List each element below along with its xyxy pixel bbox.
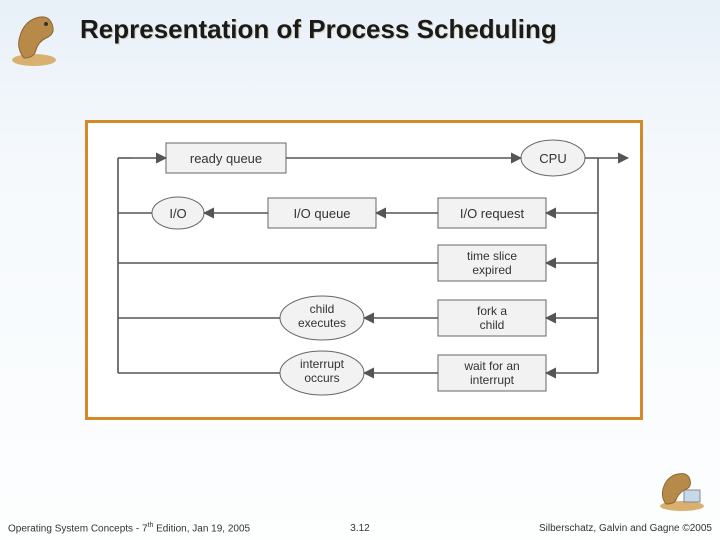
process-scheduling-diagram: ready queue CPU I/O I/O queue I/O reques… — [88, 123, 640, 417]
footer-left-suffix: Edition, Jan 19, 2005 — [153, 523, 250, 534]
ready-queue-label: ready queue — [190, 151, 262, 166]
slide-footer: Operating System Concepts - 7th Edition,… — [0, 516, 720, 534]
footer-copyright-symbol: © — [682, 523, 689, 534]
footer-right-prefix: Silberschatz, Galvin and Gagne — [539, 523, 682, 534]
diagram-frame: ready queue CPU I/O I/O queue I/O reques… — [85, 120, 643, 420]
wait-interrupt-label-2: interrupt — [470, 373, 515, 387]
cpu-label: CPU — [539, 151, 566, 166]
io-label: I/O — [169, 206, 186, 221]
footer-left-prefix: Operating System Concepts - 7 — [8, 523, 148, 534]
child-executes-label-1: child — [310, 302, 335, 316]
io-request-label: I/O request — [460, 206, 525, 221]
footer-page-number: 3.12 — [350, 523, 369, 534]
footer-right: Silberschatz, Galvin and Gagne ©2005 — [539, 523, 712, 534]
interrupt-occurs-label-2: occurs — [304, 371, 339, 385]
io-queue-label: I/O queue — [293, 206, 350, 221]
interrupt-occurs-label-1: interrupt — [300, 357, 345, 371]
time-slice-label-2: expired — [472, 263, 511, 277]
child-executes-label-2: executes — [298, 316, 346, 330]
wait-interrupt-label-1: wait for an — [463, 359, 519, 373]
footer-left: Operating System Concepts - 7th Edition,… — [8, 522, 250, 534]
time-slice-label-1: time slice — [467, 249, 517, 263]
slide-title: Representation of Process Scheduling — [80, 14, 557, 45]
dinosaur-footer-icon — [654, 464, 710, 512]
dinosaur-logo-icon — [6, 8, 62, 68]
fork-child-label-1: fork a — [477, 304, 507, 318]
fork-child-label-2: child — [480, 318, 505, 332]
footer-right-year: 2005 — [690, 523, 712, 534]
